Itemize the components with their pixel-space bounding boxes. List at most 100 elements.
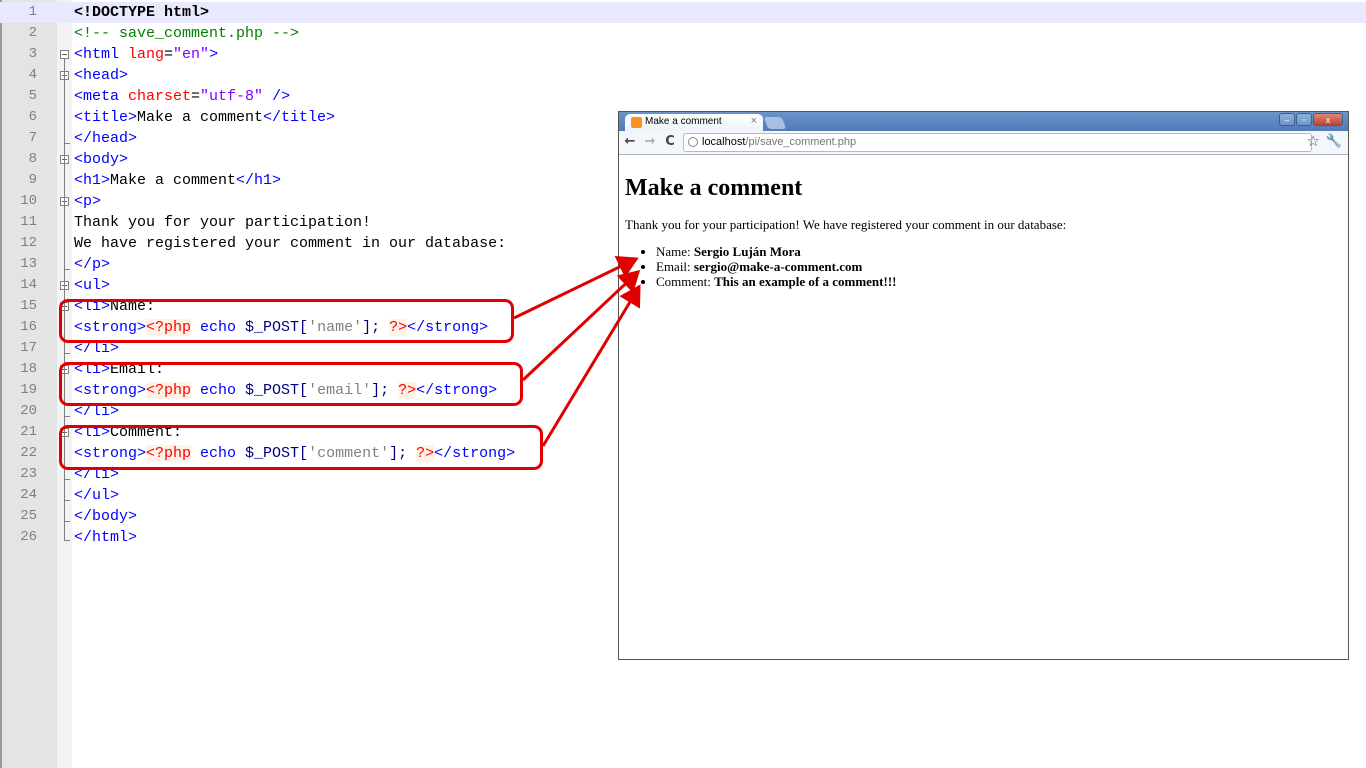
list-item-label: Email: [656, 259, 694, 274]
browser-tab[interactable]: Make a comment × [625, 114, 763, 131]
line-number: 25 [20, 508, 37, 524]
line-number: 7 [28, 130, 37, 146]
code-text: <title>Make a comment</title> [74, 107, 335, 128]
code-text: <meta charset="utf-8" /> [74, 86, 290, 107]
tag: </body> [74, 508, 138, 525]
line-number: 21 [20, 424, 37, 440]
text: We have registered your comment in our d… [74, 235, 507, 252]
browser-titlebar[interactable]: Make a comment × – ▫ x [619, 112, 1348, 131]
new-tab-button[interactable] [763, 117, 787, 129]
tag: </title> [263, 109, 336, 126]
code-line-4[interactable]: 4 <head> [0, 65, 1366, 86]
list-item-value: This an example of a comment!!! [714, 274, 897, 289]
line-number: 3 [28, 46, 37, 62]
fold-toggle-icon[interactable] [60, 50, 69, 59]
html-comment: <!-- save_comment.php --> [74, 25, 300, 42]
line-number: 8 [28, 151, 37, 167]
line-number: 1 [28, 4, 37, 20]
tag: <head> [74, 67, 129, 84]
rendered-page: Make a comment Thank you for your partic… [619, 155, 1348, 659]
list-item-label: Name: [656, 244, 694, 259]
line-number: 24 [20, 487, 37, 503]
tag: <title> [74, 109, 138, 126]
wrench-menu-icon[interactable]: 🔧 [1326, 133, 1342, 150]
list-item-value: Sergio Luján Mora [693, 244, 801, 259]
line-number: 13 [20, 256, 37, 272]
code-text: <!-- save_comment.php --> [74, 23, 299, 44]
tag: </h1> [236, 172, 282, 189]
line-number: 9 [28, 172, 37, 188]
code-line-2[interactable]: 2 <!-- save_comment.php --> [0, 23, 1366, 44]
list-item-value: sergio@make-a-comment.com [693, 259, 863, 274]
list-item-label: Comment: [656, 274, 715, 289]
code-text: </p> [74, 254, 110, 275]
tag: </p> [74, 256, 111, 273]
page-paragraph: Thank you for your participation! We hav… [625, 217, 1067, 232]
page-info-icon[interactable] [688, 137, 698, 147]
close-window-button[interactable]: x [1313, 113, 1343, 126]
code-line-5[interactable]: 5 <meta charset="utf-8" /> [0, 86, 1366, 107]
fold-end-mark [64, 540, 70, 541]
annotation-box-comment [59, 425, 543, 470]
code-line-3[interactable]: 3 <html lang="en"> [0, 44, 1366, 65]
tag: > [209, 46, 219, 63]
browser-toolbar: ← → C localhost/pi/save_comment.php ☆ 🔧 [619, 131, 1348, 155]
tag: <meta [74, 88, 129, 105]
operator: = [164, 46, 174, 63]
line-number: 23 [20, 466, 37, 482]
code-text: <ul> [74, 275, 110, 296]
fold-end-mark [64, 521, 70, 522]
line-number: 16 [20, 319, 37, 335]
operator: = [191, 88, 201, 105]
fold-end-mark [64, 416, 70, 417]
list-item-email: Email: sergio@make-a-comment.com [656, 259, 896, 274]
line-number: 19 [20, 382, 37, 398]
code-text: </html> [74, 527, 137, 548]
reload-icon[interactable]: C [662, 134, 678, 150]
address-url: localhost/pi/save_comment.php [702, 136, 856, 148]
tag: <body> [74, 151, 129, 168]
tag: </html> [74, 529, 138, 546]
annotation-box-name [59, 299, 514, 343]
line-number: 17 [20, 340, 37, 356]
text: Make a comment [110, 172, 237, 189]
tab-close-icon[interactable]: × [751, 115, 757, 127]
text: Thank you for your participation! [74, 214, 372, 231]
tag: <p> [74, 193, 102, 210]
annotation-box-email [59, 362, 523, 406]
code-text: </body> [74, 506, 137, 527]
fold-end-mark [64, 353, 70, 354]
fold-end-mark [64, 479, 70, 480]
bookmark-star-icon[interactable]: ☆ [1307, 133, 1320, 150]
attribute: charset [128, 88, 192, 105]
page-heading: Make a comment [625, 175, 803, 201]
attribute: lang [128, 46, 165, 63]
line-number: 11 [20, 214, 37, 230]
minimize-button[interactable]: – [1279, 113, 1295, 126]
address-bar[interactable]: localhost/pi/save_comment.php [683, 133, 1312, 152]
tag: </head> [74, 130, 138, 147]
code-text: <head> [74, 65, 128, 86]
code-text: We have registered your comment in our d… [74, 233, 506, 254]
line-number: 14 [20, 277, 37, 293]
code-text: <html lang="en"> [74, 44, 218, 65]
forward-arrow-icon[interactable]: → [642, 134, 658, 150]
line-number: 6 [28, 109, 37, 125]
line-number: 12 [20, 235, 37, 251]
line-number: 22 [20, 445, 37, 461]
tag: <html [74, 46, 129, 63]
text: Make a comment [137, 109, 264, 126]
code-text: </head> [74, 128, 137, 149]
browser-window[interactable]: Make a comment × – ▫ x ← → C localhost/p… [618, 111, 1349, 660]
back-arrow-icon[interactable]: ← [622, 134, 638, 150]
list-item-name: Name: Sergio Luján Mora [656, 244, 896, 259]
line-number: 15 [20, 298, 37, 314]
line-number: 5 [28, 88, 37, 104]
line-number: 20 [20, 403, 37, 419]
tag: <h1> [74, 172, 111, 189]
code-line-1[interactable]: 1 <!DOCTYPE html> [0, 2, 1366, 23]
code-text: </ul> [74, 485, 119, 506]
maximize-button[interactable]: ▫ [1296, 113, 1312, 126]
line-number: 4 [28, 67, 37, 83]
code-text: <p> [74, 191, 101, 212]
